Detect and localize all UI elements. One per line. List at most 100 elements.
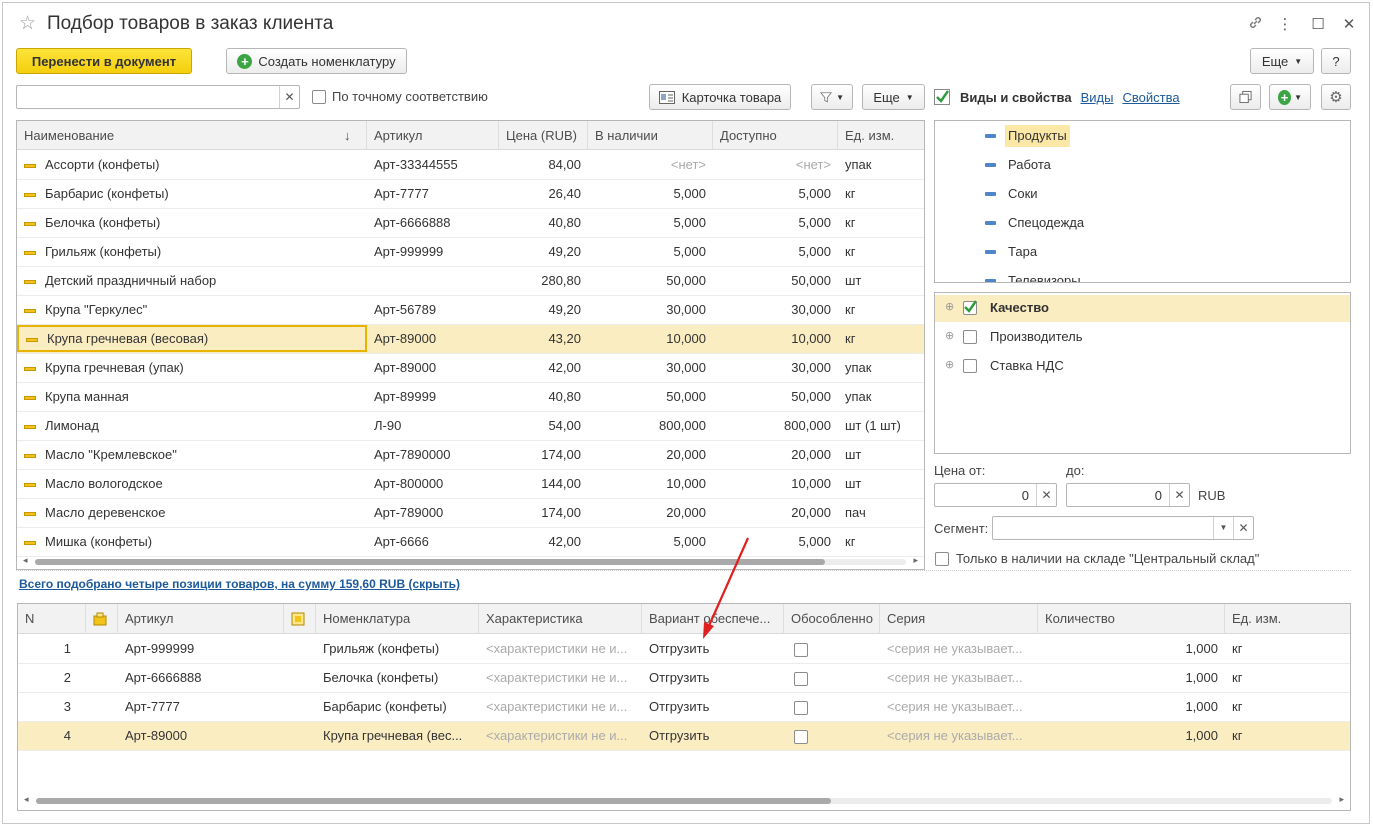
col-characteristic[interactable]: Характеристика xyxy=(479,604,642,634)
separate-checkbox[interactable] xyxy=(794,642,808,657)
table-row[interactable]: Грильяж (конфеты) Арт-999999 49,20 5,000 5,0… xyxy=(17,238,924,267)
clear-segment-icon[interactable]: ✕ xyxy=(1233,517,1253,539)
cell-avail: 20,000 xyxy=(791,505,831,520)
separate-checkbox[interactable] xyxy=(794,700,808,715)
property-checkbox[interactable] xyxy=(963,300,977,315)
property-checkbox[interactable] xyxy=(963,359,977,373)
col-icon1[interactable] xyxy=(86,604,118,634)
col-icon2[interactable] xyxy=(284,604,316,634)
favorite-star-icon[interactable]: ☆ xyxy=(19,12,36,35)
kind-item[interactable]: Телевизоры xyxy=(1005,270,1084,282)
selected-header: N Артикул Номенклатура Характеристика Ва… xyxy=(18,604,1350,634)
property-row[interactable]: ⊕ Качество xyxy=(935,295,1350,322)
selected-hscrollbar[interactable]: ◂ ▸ xyxy=(18,794,1350,808)
link-icon[interactable] xyxy=(1245,15,1265,34)
col-separate[interactable]: Обособленно xyxy=(784,604,880,634)
transfer-to-document-button[interactable]: Перенести в документ xyxy=(16,48,192,74)
kind-item[interactable]: Тара xyxy=(1005,241,1040,263)
separate-checkbox[interactable] xyxy=(794,729,808,744)
exact-match-box[interactable] xyxy=(312,89,326,104)
item-icon xyxy=(24,250,36,255)
settings-button[interactable]: ⚙ xyxy=(1321,84,1351,110)
table-row[interactable]: Лимонад Л-90 54,00 800,000 800,000 шт (1 шт) xyxy=(17,412,924,441)
more-button[interactable]: Еще ▼ xyxy=(1250,48,1314,74)
search-input[interactable]: ✕ xyxy=(16,85,300,109)
col-unit[interactable]: Ед. изм. xyxy=(838,121,924,150)
expand-icon[interactable]: ⊕ xyxy=(945,358,954,371)
clear-search-icon[interactable]: ✕ xyxy=(279,86,299,108)
selected-row[interactable]: 1 Арт-999999 Грильяж (конфеты) <характерист… xyxy=(18,635,1350,664)
col-stock[interactable]: В наличии xyxy=(588,121,713,150)
chevron-down-icon[interactable]: ▼ xyxy=(1213,517,1233,539)
expand-icon[interactable]: ⊕ xyxy=(945,300,954,313)
add-filter-button[interactable]: + ▼ xyxy=(1269,84,1311,110)
cell-sep[interactable] xyxy=(784,722,880,750)
exact-match-checkbox[interactable]: По точному соответствию xyxy=(312,89,488,104)
selected-row[interactable]: 2 Арт-6666888 Белочка (конфеты) <характерис… xyxy=(18,664,1350,693)
kind-item[interactable]: Работа xyxy=(1005,154,1054,176)
filter-button[interactable]: ▼ xyxy=(811,84,853,110)
cell-sep[interactable] xyxy=(784,693,880,721)
in-stock-checkbox[interactable]: Только в наличии на складе "Центральный … xyxy=(935,551,1259,566)
products-hscrollbar[interactable]: ◂ ▸ xyxy=(17,555,924,569)
kind-item[interactable]: Продукты xyxy=(1005,125,1070,147)
cell-stock: 10,000 xyxy=(666,331,706,346)
item-icon xyxy=(24,308,36,313)
col-name[interactable]: Наименование ↓ xyxy=(17,121,367,150)
property-row[interactable]: ⊕ Ставка НДС xyxy=(935,353,1350,380)
summary-link[interactable]: Всего подобрано четыре позиции товаров, … xyxy=(19,577,460,591)
table-row[interactable]: Крупа гречневая (упак) Арт-89000 42,00 30,0… xyxy=(17,354,924,383)
selected-row[interactable]: 4 Арт-89000 Крупа гречневая (вес... <характ… xyxy=(18,722,1350,751)
col-price[interactable]: Цена (RUB) xyxy=(499,121,588,150)
table-row[interactable]: Масло деревенское Арт-789000 174,00 20,000 2… xyxy=(17,499,924,528)
properties-link[interactable]: Свойства xyxy=(1122,90,1179,105)
kind-item[interactable]: Соки xyxy=(1005,183,1041,205)
maximize-icon[interactable]: ☐ xyxy=(1308,15,1328,33)
clear-price-from-icon[interactable]: ✕ xyxy=(1036,484,1056,506)
property-checkbox[interactable] xyxy=(963,330,977,344)
product-card-button[interactable]: Карточка товара xyxy=(649,84,791,110)
col-series[interactable]: Серия xyxy=(880,604,1038,634)
kinds-properties-toggle[interactable]: Виды и свойства Виды Свойства xyxy=(934,89,1180,105)
col-quantity[interactable]: Количество xyxy=(1038,604,1225,634)
segment-select[interactable]: ▼ ✕ xyxy=(992,516,1254,540)
create-nomenclature-button[interactable]: + Создать номенклатуру xyxy=(226,48,407,74)
price-from-input[interactable]: 0 ✕ xyxy=(934,483,1057,507)
col-nomenclature[interactable]: Номенклатура xyxy=(316,604,479,634)
table-row[interactable]: Крупа манная Арт-89999 40,80 50,000 50,000 уп… xyxy=(17,383,924,412)
cell-unit: шт xyxy=(845,447,862,462)
expand-icon[interactable]: ⊕ xyxy=(945,329,954,342)
cell-unit: кг xyxy=(845,534,856,549)
table-row[interactable]: Мишка (конфеты) Арт-6666 42,00 5,000 5,000 кг xyxy=(17,528,924,557)
col-sku2[interactable]: Артикул xyxy=(118,604,284,634)
copy-button[interactable] xyxy=(1230,84,1261,110)
separate-checkbox[interactable] xyxy=(794,671,808,686)
kind-item[interactable]: Спецодежда xyxy=(1005,212,1087,234)
table-row[interactable]: Крупа "Геркулес" Арт-56789 49,20 30,000 30,0… xyxy=(17,296,924,325)
table-row[interactable]: Крупа гречневая (весовая) Арт-89000 43,20 1… xyxy=(17,325,924,354)
in-stock-box[interactable] xyxy=(935,551,949,566)
table-row[interactable]: Ассорти (конфеты) Арт-33344555 84,00 <нет> <… xyxy=(17,151,924,180)
col-n[interactable]: N xyxy=(18,604,86,634)
col-available[interactable]: Доступно xyxy=(713,121,838,150)
property-row[interactable]: ⊕ Производитель xyxy=(935,324,1350,351)
list-more-button[interactable]: Еще ▼ xyxy=(862,84,925,110)
help-button[interactable]: ? xyxy=(1321,48,1351,74)
table-row[interactable]: Барбарис (конфеты) Арт-7777 26,40 5,000 5,00… xyxy=(17,180,924,209)
table-row[interactable]: Белочка (конфеты) Арт-6666888 40,80 5,000 5,… xyxy=(17,209,924,238)
col-sku[interactable]: Артикул xyxy=(367,121,499,150)
table-row[interactable]: Масло вологодское Арт-800000 144,00 10,000 1… xyxy=(17,470,924,499)
more-menu-icon[interactable]: ⋮ xyxy=(1275,15,1295,33)
cell-sku: Арт-6666 xyxy=(374,534,429,549)
close-icon[interactable]: ✕ xyxy=(1339,15,1359,33)
table-row[interactable]: Масло "Кремлевское" Арт-7890000 174,00 20,0… xyxy=(17,441,924,470)
cell-sep[interactable] xyxy=(784,635,880,663)
price-to-input[interactable]: 0 ✕ xyxy=(1066,483,1190,507)
selected-row[interactable]: 3 Арт-7777 Барбарис (конфеты) <характеристи… xyxy=(18,693,1350,722)
chevron-down-icon: ▼ xyxy=(905,92,914,102)
cell-sep[interactable] xyxy=(784,664,880,692)
table-row[interactable]: Детский праздничный набор 280,80 50,000 50,… xyxy=(17,267,924,296)
col-unit2[interactable]: Ед. изм. xyxy=(1225,604,1350,634)
kinds-link[interactable]: Виды xyxy=(1081,90,1114,105)
clear-price-to-icon[interactable]: ✕ xyxy=(1169,484,1189,506)
